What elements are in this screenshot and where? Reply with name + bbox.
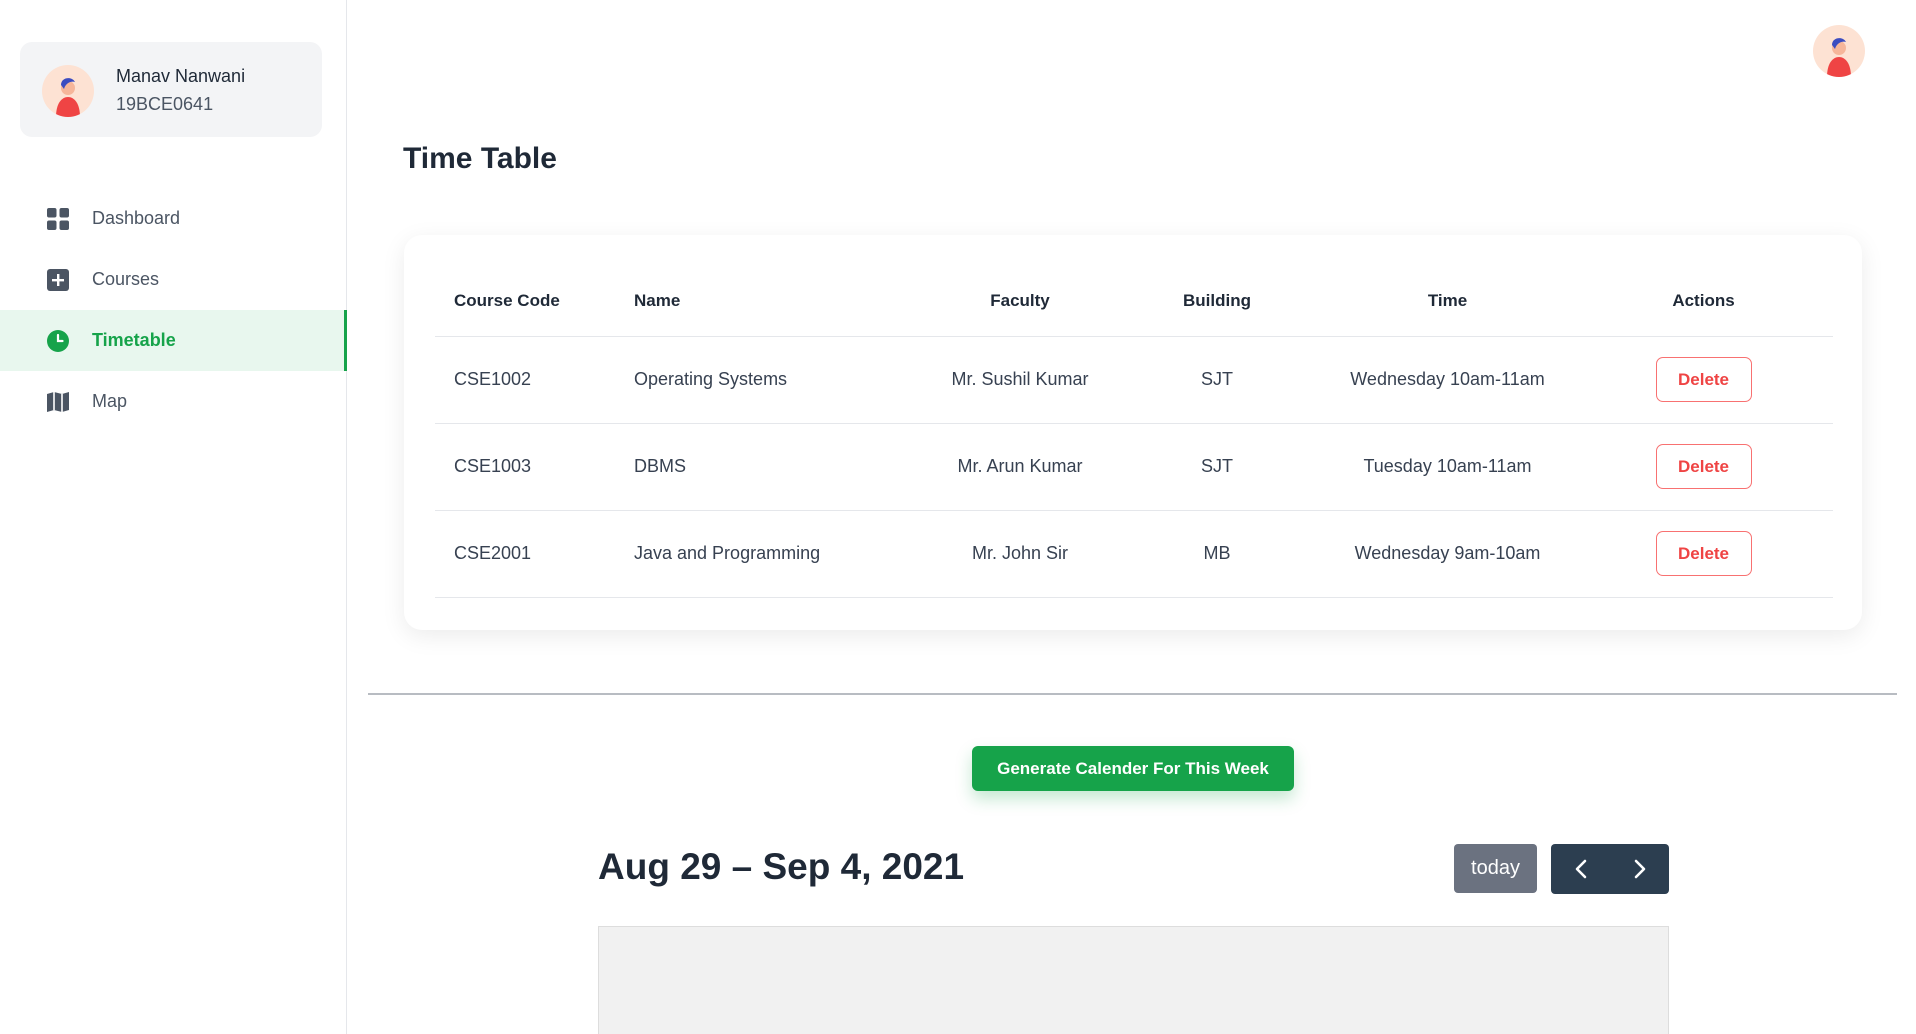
column-header-building: Building bbox=[1113, 266, 1321, 337]
calendar-title: Aug 29 – Sep 4, 2021 bbox=[598, 846, 965, 887]
cell-name: DBMS bbox=[634, 423, 927, 511]
next-week-button[interactable] bbox=[1610, 844, 1669, 894]
cell-faculty: Mr. John Sir bbox=[927, 510, 1113, 598]
sidebar-item-label: Courses bbox=[92, 269, 160, 289]
column-header-name: Name bbox=[634, 266, 927, 337]
cell-building: SJT bbox=[1113, 336, 1321, 424]
sidebar-item-timetable[interactable]: Timetable bbox=[0, 310, 347, 371]
column-header-course-code: Course Code bbox=[435, 266, 634, 337]
section-divider bbox=[368, 693, 1897, 695]
cell-time: Wednesday 10am-11am bbox=[1321, 336, 1574, 424]
sidebar-item-label: Timetable bbox=[92, 330, 176, 350]
plus-square-icon bbox=[46, 268, 70, 292]
today-button[interactable]: today bbox=[1454, 844, 1537, 893]
calendar-grid bbox=[598, 926, 1669, 1034]
column-header-actions: Actions bbox=[1574, 266, 1833, 337]
grid-icon bbox=[46, 207, 70, 231]
page-title: Time Table bbox=[403, 142, 557, 175]
column-header-time: Time bbox=[1321, 266, 1574, 337]
cell-name: Java and Programming bbox=[634, 510, 927, 598]
table-header-row: Course Code Name Faculty Building Time A… bbox=[435, 266, 1833, 337]
cell-course-code: CSE2001 bbox=[435, 510, 634, 598]
map-icon bbox=[46, 390, 70, 414]
sidebar-item-dashboard[interactable]: Dashboard bbox=[0, 188, 347, 249]
sidebar-item-label: Dashboard bbox=[92, 208, 181, 228]
prev-week-button[interactable] bbox=[1551, 844, 1610, 894]
chevron-left-icon bbox=[1575, 859, 1586, 879]
delete-button[interactable]: Delete bbox=[1655, 444, 1752, 489]
generate-calendar-button[interactable]: Generate Calender For This Week bbox=[972, 746, 1294, 791]
cell-actions: Delete bbox=[1574, 510, 1833, 598]
column-header-faculty: Faculty bbox=[927, 266, 1113, 337]
cell-building: MB bbox=[1113, 510, 1321, 598]
timetable-card: Course Code Name Faculty Building Time A… bbox=[404, 235, 1862, 630]
cell-course-code: CSE1002 bbox=[435, 336, 634, 424]
profile-card: Manav Nanwani 19BCE0641 bbox=[20, 42, 322, 137]
delete-button[interactable]: Delete bbox=[1655, 531, 1752, 576]
sidebar-item-label: Map bbox=[92, 391, 128, 411]
chevron-right-icon bbox=[1634, 859, 1645, 879]
sidebar-item-courses[interactable]: Courses bbox=[0, 249, 347, 310]
cell-faculty: Mr. Arun Kumar bbox=[927, 423, 1113, 511]
profile-name: Manav Nanwani bbox=[116, 66, 246, 86]
cell-time: Tuesday 10am-11am bbox=[1321, 423, 1574, 511]
delete-button[interactable]: Delete bbox=[1655, 357, 1752, 402]
timetable-table: Course Code Name Faculty Building Time A… bbox=[435, 266, 1833, 598]
sidebar-nav: Dashboard Courses Timetable Map bbox=[0, 188, 347, 432]
table-row: CSE2001 Java and Programming Mr. John Si… bbox=[435, 510, 1833, 598]
table-row: CSE1003 DBMS Mr. Arun Kumar SJT Tuesday … bbox=[435, 423, 1833, 511]
sidebar: Manav Nanwani 19BCE0641 Dashboard Course… bbox=[0, 0, 347, 1034]
calendar-nav-group bbox=[1551, 844, 1669, 894]
cell-actions: Delete bbox=[1574, 423, 1833, 511]
sidebar-item-map[interactable]: Map bbox=[0, 371, 347, 432]
cell-time: Wednesday 9am-10am bbox=[1321, 510, 1574, 598]
table-row: CSE1002 Operating Systems Mr. Sushil Kum… bbox=[435, 336, 1833, 424]
profile-id: 19BCE0641 bbox=[116, 94, 214, 114]
clock-icon bbox=[46, 329, 70, 353]
cell-name: Operating Systems bbox=[634, 336, 927, 424]
cell-building: SJT bbox=[1113, 423, 1321, 511]
cell-course-code: CSE1003 bbox=[435, 423, 634, 511]
avatar bbox=[42, 65, 94, 117]
cell-faculty: Mr. Sushil Kumar bbox=[927, 336, 1113, 424]
user-avatar-button[interactable] bbox=[1813, 25, 1865, 77]
cell-actions: Delete bbox=[1574, 336, 1833, 424]
